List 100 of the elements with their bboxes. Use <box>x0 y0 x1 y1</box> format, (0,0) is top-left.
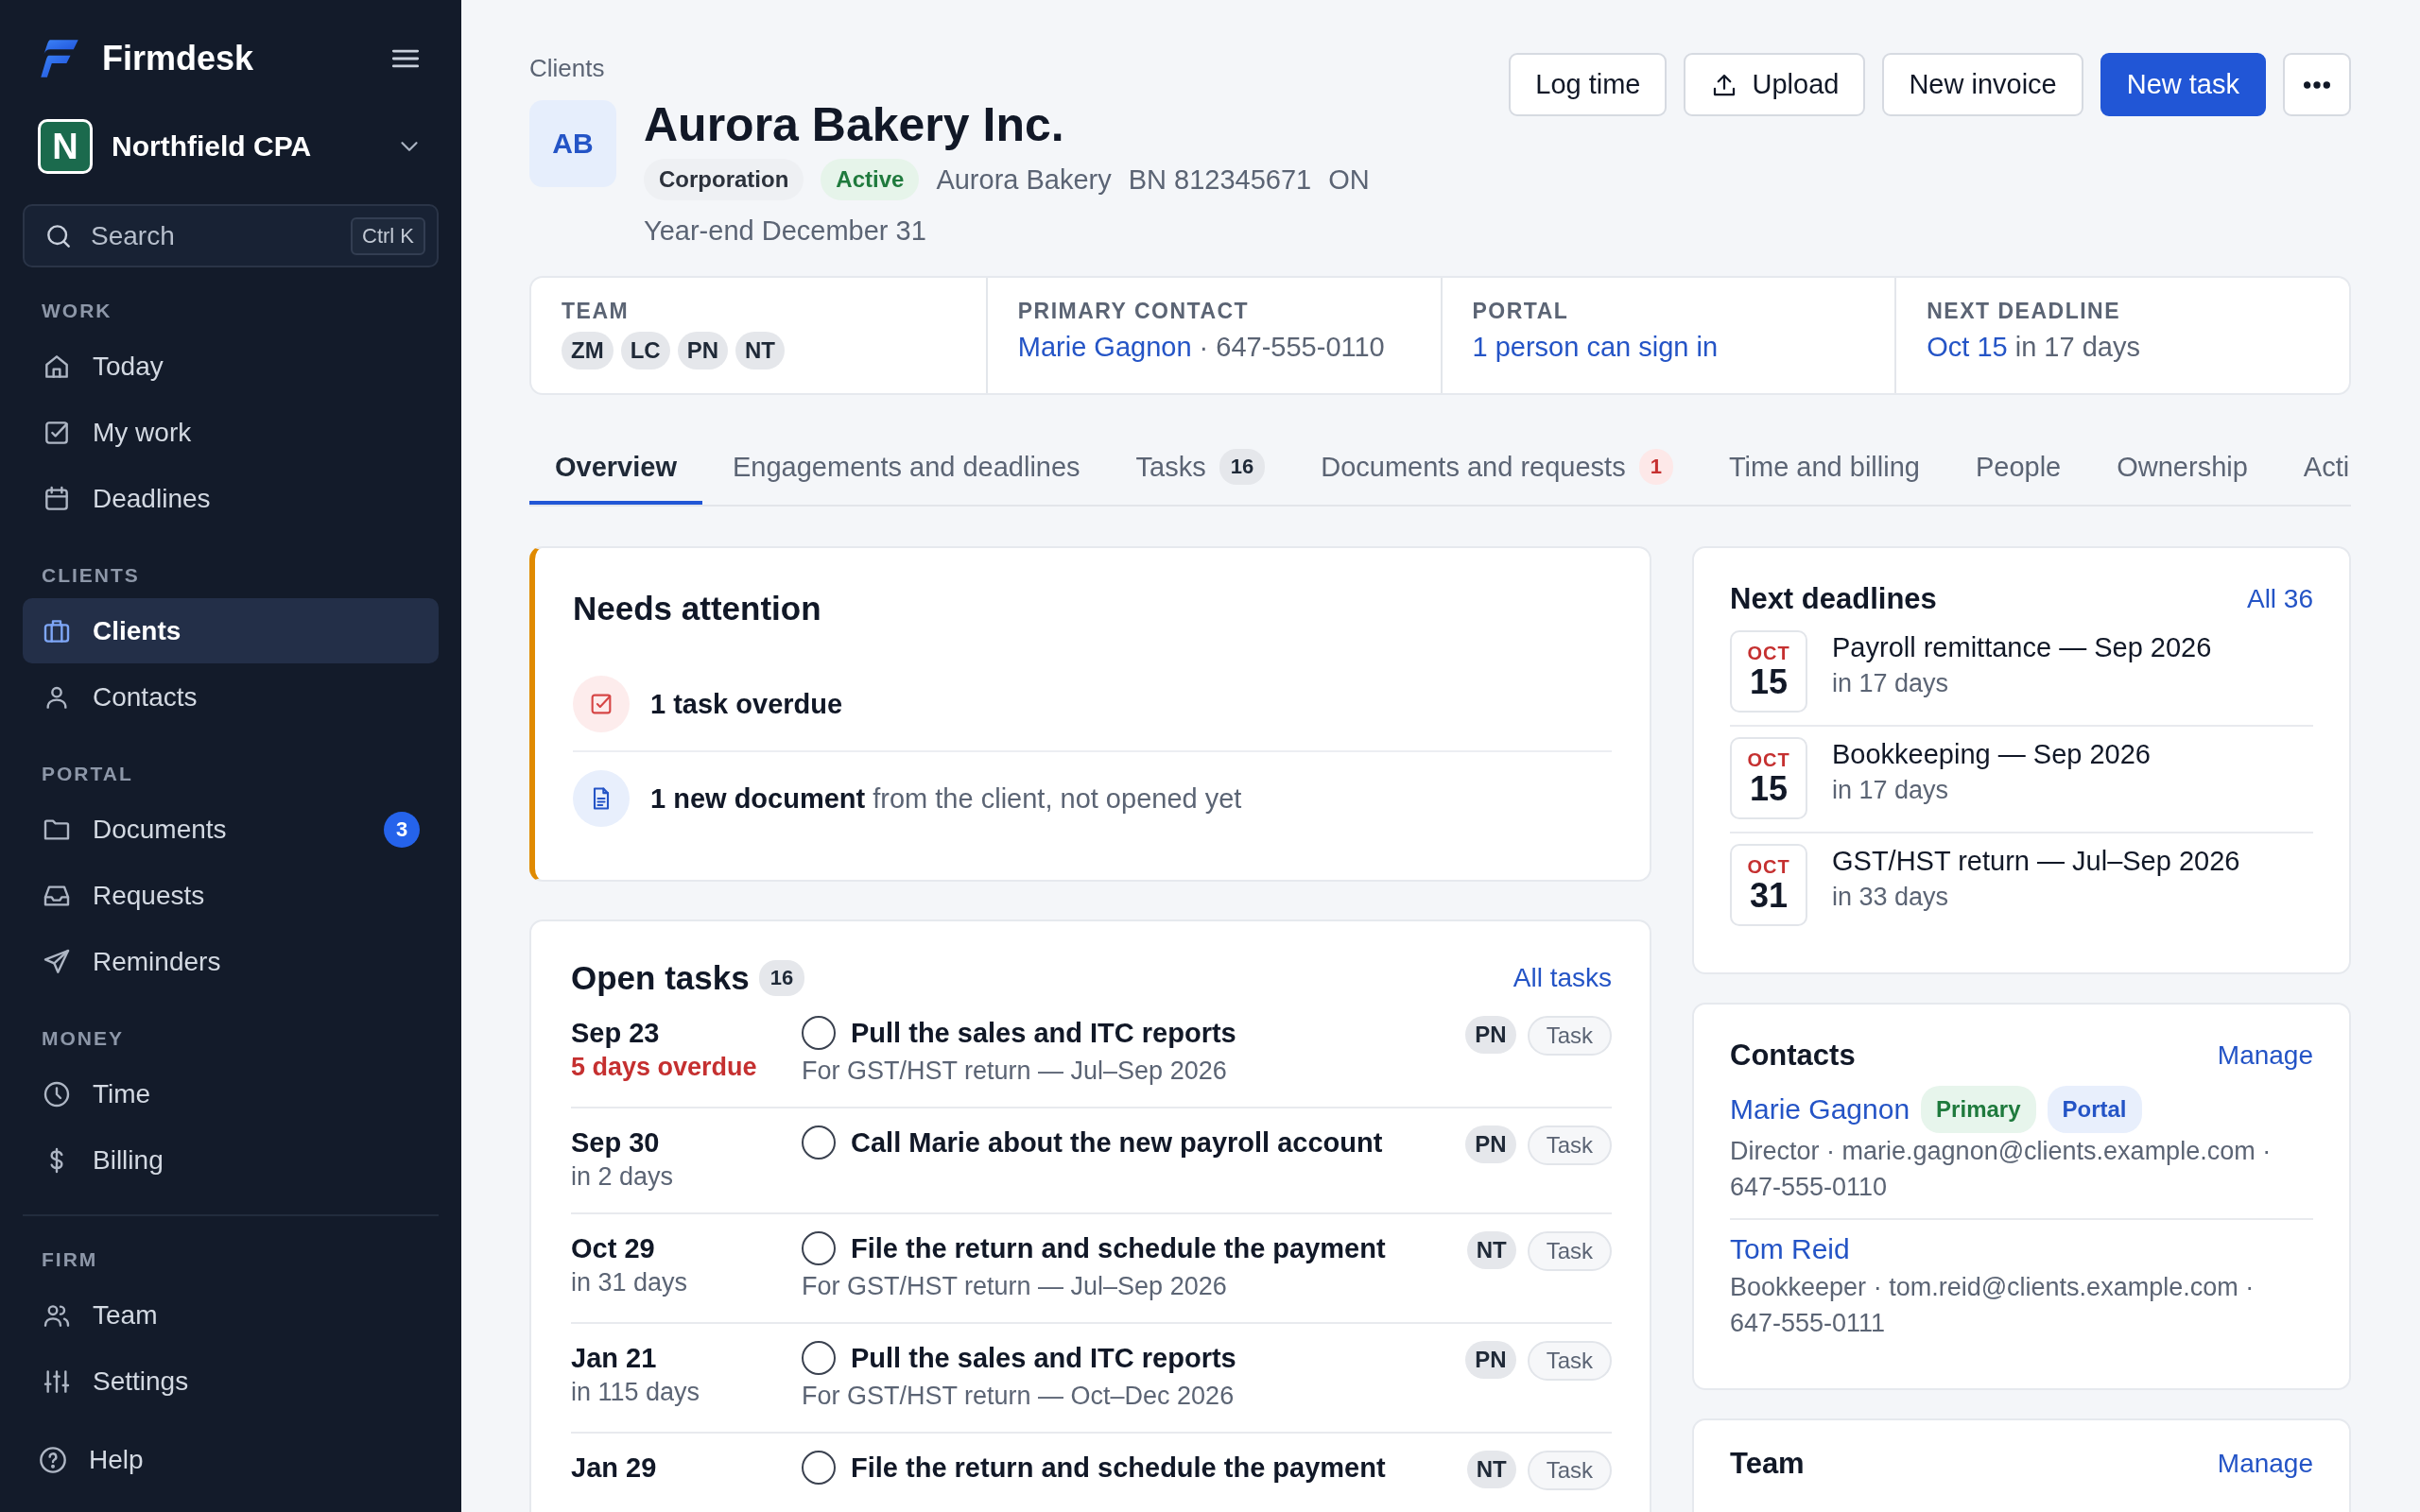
tab[interactable]: Tasks 16 <box>1110 433 1291 505</box>
task-subtitle: For GST/HST return — Jul–Sep 2026 <box>802 1271 1228 1302</box>
type-tag: Corporation <box>644 159 804 200</box>
summary-link[interactable]: Marie Gagnon <box>1017 332 1192 362</box>
tab[interactable]: Documents and requests 1 <box>1295 433 1699 505</box>
tab[interactable]: Acti <box>2277 433 2351 505</box>
all-deadlines-link[interactable]: All 36 <box>2246 584 2313 614</box>
section-label: WORK <box>41 299 113 323</box>
deadline-title[interactable]: GST/HST return — Jul–Sep 2026 <box>1832 842 2240 880</box>
contact-name-link[interactable]: Tom Reid <box>1730 1229 1850 1269</box>
task-title[interactable]: File the return and schedule the payment <box>851 1231 1386 1265</box>
nav-item[interactable]: Documents 3 <box>23 797 439 862</box>
manage-link[interactable]: Manage <box>2217 1449 2313 1479</box>
task-title[interactable]: Pull the sales and ITC reports <box>851 1341 1236 1375</box>
due-date: Sep 23 <box>571 1017 661 1050</box>
member-chip: PN <box>677 332 728 369</box>
nav-item[interactable]: Contacts <box>23 664 439 730</box>
summary-value: Oct 15 in 17 days <box>1927 332 2141 363</box>
year-end-text: Year-end December 31 <box>644 215 927 248</box>
month-label: OCT <box>1747 642 1790 663</box>
task-title[interactable]: File the return and schedule the payment <box>851 1451 1386 1485</box>
breadcrumb-link[interactable]: Clients <box>529 53 605 83</box>
tab[interactable]: Time and billing <box>1703 433 1945 505</box>
task-title[interactable]: Call Marie about the new payroll account <box>851 1125 1383 1160</box>
nav-item[interactable]: Help <box>23 1427 439 1492</box>
assignee-chip: PN <box>1465 1016 1516 1054</box>
assignee-chip: NT <box>1466 1451 1516 1488</box>
tab[interactable]: Ownership <box>2091 433 2273 505</box>
client-detail: Aurora Bakery <box>936 163 1112 196</box>
deadline-title[interactable]: Payroll remittance — Sep 2026 <box>1832 628 2212 666</box>
count-badge: 16 <box>758 960 805 996</box>
new-task-button[interactable]: New task <box>2100 53 2266 116</box>
action-button[interactable]: Log time <box>1509 53 1668 116</box>
all-tasks-link[interactable]: All tasks <box>1512 963 1612 993</box>
nav-item[interactable]: Deadlines <box>23 466 439 531</box>
summary-label: PRIMARY CONTACT <box>1017 299 1251 324</box>
attention-text[interactable]: 1 task overdue <box>650 688 843 720</box>
nav-item[interactable]: Requests <box>23 863 439 928</box>
count-badge: 3 <box>384 811 420 848</box>
shortcut-hint: Ctrl K <box>351 217 425 255</box>
type-tag: Task <box>1527 1231 1612 1271</box>
due-text: 5 days overdue <box>571 1052 758 1083</box>
due-text: in 115 days <box>571 1377 701 1408</box>
contact-name-link[interactable]: Marie Gagnon <box>1730 1090 1910 1129</box>
contact-details: Director · marie.gagnon@clients.example.com · 647-555-0110 <box>1730 1136 2273 1203</box>
section-label: FIRM <box>41 1247 99 1272</box>
tab[interactable]: Overview <box>529 433 702 505</box>
nav-item[interactable]: Today <box>23 334 439 399</box>
card-title: Next deadlines <box>1730 581 1937 617</box>
nav-item[interactable]: Team <box>23 1282 439 1348</box>
upload-button[interactable]: Upload <box>1684 53 1866 116</box>
summary-link[interactable]: 1 person can sign in <box>1472 332 1719 362</box>
task-title[interactable]: Pull the sales and ITC reports <box>851 1016 1236 1050</box>
client-name: Aurora Bakery Inc. <box>644 100 1065 149</box>
tab[interactable]: People <box>1949 433 2087 505</box>
deadline-title[interactable]: Bookkeeping — Sep 2026 <box>1832 735 2151 773</box>
attention-text[interactable]: 1 new document from the client, not opened yet <box>650 782 1242 815</box>
action-button[interactable]: New invoice <box>1882 53 2083 116</box>
status-tag: Active <box>821 159 920 200</box>
task-checkbox[interactable] <box>802 1451 836 1485</box>
task-checkbox[interactable] <box>802 1341 836 1375</box>
assignee-chip: PN <box>1465 1341 1516 1379</box>
nav-item[interactable]: Clients <box>23 598 439 663</box>
manage-link[interactable]: Manage <box>2217 1040 2313 1071</box>
nav-item[interactable]: My work <box>23 400 439 465</box>
summary-link[interactable]: Oct 15 <box>1927 332 2008 362</box>
type-tag: Task <box>1527 1451 1612 1490</box>
more-button[interactable] <box>2283 53 2351 116</box>
summary-label: PORTAL <box>1472 299 1570 324</box>
task-checkbox[interactable] <box>802 1231 836 1265</box>
due-date: Jan 21 <box>571 1342 658 1375</box>
nav-item[interactable]: Time <box>23 1061 439 1126</box>
deadline-due: in 17 days <box>1832 668 1950 699</box>
due-text: in 31 days <box>571 1267 689 1298</box>
section-label: CLIENTS <box>41 563 141 588</box>
summary-value: Marie Gagnon · 647-555-0110 <box>1017 332 1386 363</box>
contact-details: Bookkeeper · tom.reid@clients.example.com · 647-555-0111 <box>1730 1272 2256 1339</box>
help-icon <box>38 1444 68 1475</box>
count-badge: 1 <box>1638 449 1673 485</box>
day-number: 15 <box>1749 662 1788 701</box>
section-label: PORTAL <box>41 762 134 786</box>
count-badge: 16 <box>1219 449 1266 485</box>
tab[interactable]: Engagements and deadlines <box>707 433 1106 505</box>
member-chip: LC <box>620 332 670 369</box>
nav-item[interactable]: Billing <box>23 1127 439 1193</box>
assignee-chip: NT <box>1466 1231 1516 1269</box>
nav-item[interactable]: Reminders <box>23 929 439 994</box>
nav-item[interactable]: Settings <box>23 1349 439 1414</box>
due-date: Jan 29 <box>571 1452 658 1485</box>
member-chip: ZM <box>562 332 614 369</box>
task-checkbox[interactable] <box>802 1016 836 1050</box>
card-title: Needs attention <box>573 589 822 628</box>
client-avatar: AB <box>529 100 616 187</box>
firm-logo: N <box>38 119 93 174</box>
type-tag: Task <box>1527 1016 1612 1056</box>
type-tag: Task <box>1527 1125 1612 1165</box>
summary-label: TEAM <box>562 299 631 324</box>
deadline-due: in 33 days <box>1832 882 1950 913</box>
task-checkbox[interactable] <box>802 1125 836 1160</box>
task-subtitle: For GST/HST return — Oct–Dec 2026 <box>802 1381 1236 1412</box>
